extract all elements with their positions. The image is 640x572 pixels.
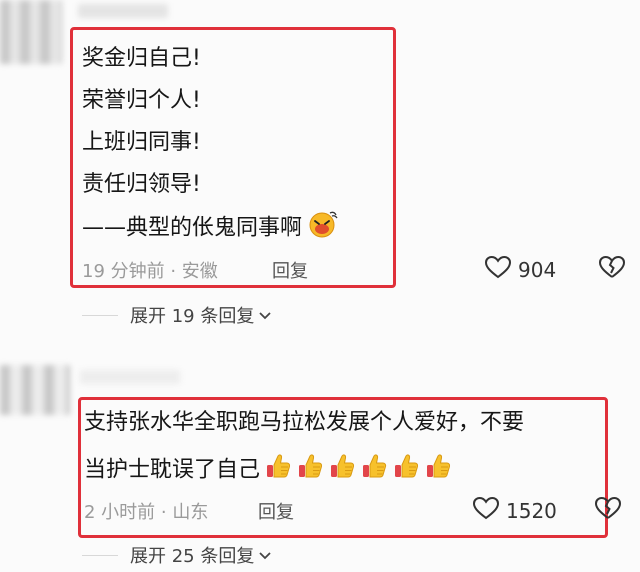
comment-1-time-location: 19 分钟前 · 安徽 <box>82 261 218 282</box>
comment-2-like-button[interactable]: 1520 <box>472 496 557 525</box>
comment-2-line: 当护士耽误了自己 <box>84 457 261 483</box>
divider-line <box>82 555 118 556</box>
thumbs-up-emoji-icon <box>360 452 388 489</box>
thumbs-up-emoji-icon <box>424 452 452 489</box>
comment-1-line: 荣誉归个人! <box>82 88 201 113</box>
comment-2-dislike-button[interactable] <box>594 496 622 524</box>
comment-1-dislike-button[interactable] <box>598 255 626 283</box>
comment-2-reply-button[interactable]: 回复 <box>258 498 294 524</box>
thumbs-up-emoji-icon <box>264 452 292 489</box>
chevron-down-icon <box>258 305 272 326</box>
avatar-blurred-2 <box>0 365 70 415</box>
thumbs-up-emoji-icon <box>328 452 356 489</box>
broken-heart-icon <box>598 255 626 283</box>
heart-icon <box>472 496 500 525</box>
username-blurred <box>78 4 168 18</box>
thumbs-up-emoji-icon <box>296 452 324 489</box>
broken-heart-icon <box>594 496 622 524</box>
divider-line <box>82 315 118 316</box>
comment-1-line: ——典型的伥鬼同事啊 <box>82 215 303 241</box>
comment-1-expand-replies[interactable]: 展开 19 条回复 <box>130 302 272 328</box>
chevron-down-icon <box>258 545 272 566</box>
comment-1-line: 上班归同事! <box>82 130 201 155</box>
comment-2-line: 支持张水华全职跑马拉松发展个人爱好，不要 <box>84 410 525 435</box>
like-count: 1520 <box>506 498 557 523</box>
comment-2-last-line: 当护士耽误了自己 <box>84 452 452 489</box>
expand-label: 展开 19 条回复 <box>130 306 255 327</box>
comment-1-last-line: ——典型的伥鬼同事啊 <box>82 210 338 247</box>
expand-label: 展开 25 条回复 <box>130 546 255 567</box>
like-count: 904 <box>518 257 557 282</box>
heart-icon <box>484 255 512 284</box>
comment-1-line: 奖金归自己! <box>82 46 201 71</box>
thumbs-up-emoji-icon <box>392 452 420 489</box>
comment-1-like-button[interactable]: 904 <box>484 255 556 284</box>
comment-1-line: 责任归领导! <box>82 172 201 197</box>
thumbs-up-emoji-row <box>260 454 452 483</box>
comment-1-reply-button[interactable]: 回复 <box>272 257 308 283</box>
comment-2-expand-replies[interactable]: 展开 25 条回复 <box>130 542 272 568</box>
avatar-blurred <box>0 0 62 64</box>
comment-2-time-location: 2 小时前 · 山东 <box>84 502 209 523</box>
grinning-face-emoji-icon <box>306 210 338 247</box>
username-blurred-2 <box>80 370 180 384</box>
